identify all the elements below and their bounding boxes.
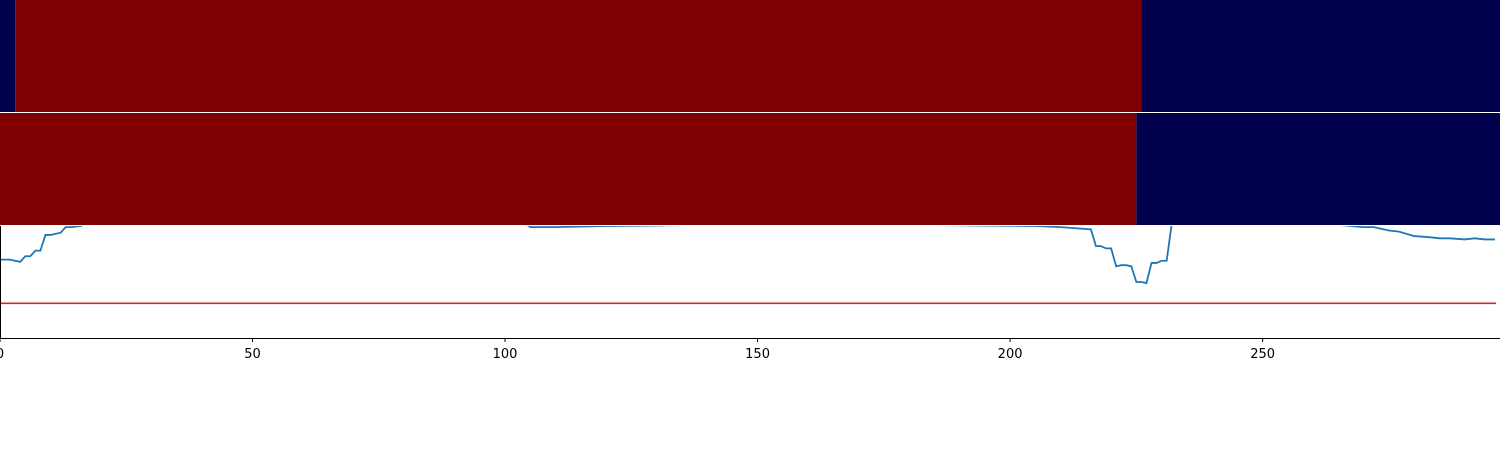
band-segment-low [0, 0, 16, 112]
band-segment-low [1136, 113, 1500, 225]
x-tick-label: 150 [745, 347, 770, 362]
band-segment-high [15, 0, 1142, 112]
x-tick-label: 200 [998, 347, 1023, 362]
x-tick-label: 0 [0, 347, 4, 362]
signal-plot [0, 226, 1496, 305]
state-bands [0, 0, 1500, 225]
band-segment-high [0, 113, 1137, 225]
state-band-1 [0, 0, 1500, 112]
x-tick-label: 100 [493, 347, 518, 362]
band-segment-low [1141, 0, 1500, 112]
state-band-2 [0, 113, 1500, 225]
x-axis: 0 50 100 150 200 250 [0, 226, 1500, 362]
x-tick-label: 250 [1250, 347, 1275, 362]
x-tick-label: 50 [244, 347, 261, 362]
signal-series-line [0, 226, 1495, 285]
state-timeline-chart: 0 50 100 150 200 250 [0, 0, 1500, 362]
